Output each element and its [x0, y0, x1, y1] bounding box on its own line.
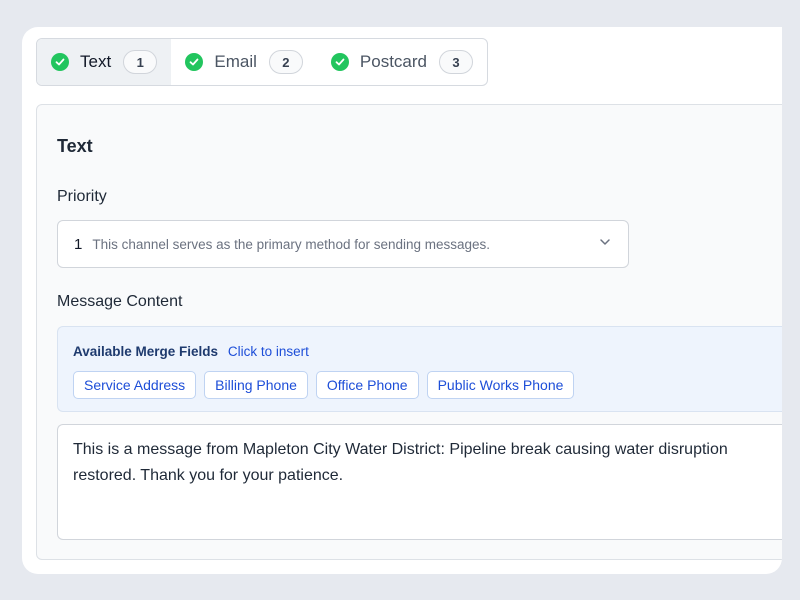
- priority-label: Priority: [57, 188, 107, 205]
- tab-count-badge: 1: [123, 50, 158, 74]
- merge-fields-box: Available Merge Fields Click to insert S…: [57, 326, 782, 412]
- merge-field-office-phone[interactable]: Office Phone: [315, 371, 419, 399]
- check-circle-icon: [330, 53, 349, 71]
- tab-email[interactable]: Email 2: [171, 39, 317, 85]
- tab-label: Text: [80, 52, 112, 71]
- merge-field-service-address[interactable]: Service Address: [73, 371, 197, 399]
- message-line: This is a message from Mapleton City Wat…: [73, 441, 728, 458]
- tab-count-badge: 3: [439, 50, 473, 74]
- tab-label: Postcard: [359, 52, 427, 71]
- merge-fields-header: Available Merge Fields Click to insert: [73, 344, 309, 359]
- merge-field-public-works-phone[interactable]: Public Works Phone: [426, 371, 575, 399]
- channel-tabs: Text 1 Email 2 Postcard 3: [36, 38, 488, 86]
- merge-fields-hint: Click to insert: [227, 344, 309, 359]
- channel-panel: Text Priority 1 This channel serves as t…: [36, 104, 782, 560]
- message-content-label: Message Content: [57, 293, 183, 310]
- tab-label: Email: [214, 52, 257, 71]
- check-circle-icon: [185, 53, 204, 71]
- tab-text[interactable]: Text 1: [37, 39, 172, 85]
- check-circle-icon: [51, 53, 69, 71]
- merge-fields-title: Available Merge Fields: [73, 344, 219, 359]
- app-window: Text 1 Email 2 Postcard 3 Text Priority …: [22, 27, 782, 574]
- priority-description: This channel serves as the primary metho…: [92, 236, 491, 252]
- merge-field-chips: Service Address Billing Phone Office Pho…: [73, 371, 575, 399]
- tab-count-badge: 2: [268, 50, 303, 74]
- panel-title: Text: [57, 136, 93, 156]
- tab-postcard[interactable]: Postcard 3: [317, 39, 487, 85]
- message-textarea[interactable]: This is a message from Mapleton City Wat…: [57, 424, 782, 540]
- chevron-down-icon: [598, 235, 612, 254]
- message-line: restored. Thank you for your patience.: [73, 467, 344, 484]
- priority-value: 1: [74, 235, 83, 253]
- merge-field-billing-phone[interactable]: Billing Phone: [204, 371, 308, 399]
- priority-select[interactable]: 1 This channel serves as the primary met…: [57, 220, 629, 268]
